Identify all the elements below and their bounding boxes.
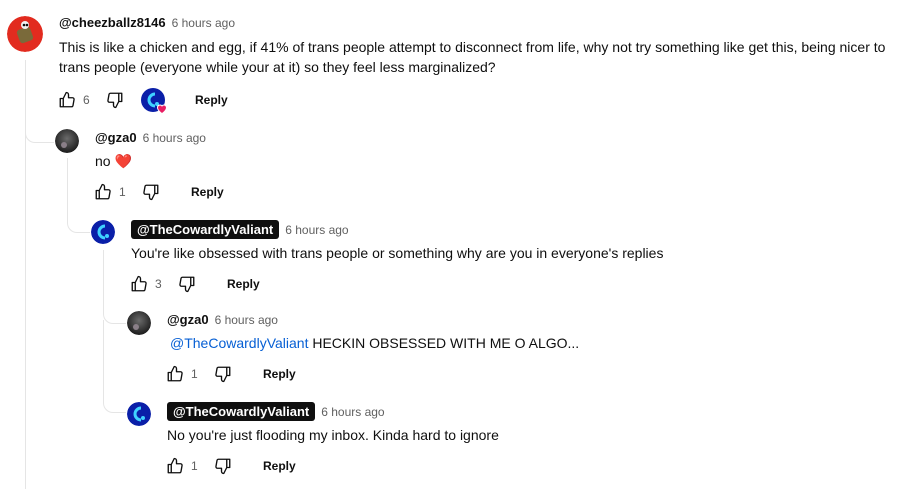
like-count: 1 <box>119 185 126 199</box>
comment-text-body: no <box>95 153 111 169</box>
timestamp[interactable]: 6 hours ago <box>285 223 348 237</box>
comment-text: no ❤️ <box>95 151 132 171</box>
like-icon[interactable] <box>165 364 185 384</box>
author-name[interactable]: @gza0 <box>95 130 137 145</box>
thread-connector <box>25 110 54 143</box>
reply-button[interactable]: Reply <box>191 185 224 199</box>
like-count: 1 <box>191 459 198 473</box>
comment-text: @TheCowardlyValiant HECKIN OBSESSED WITH… <box>170 333 579 353</box>
dislike-icon[interactable] <box>213 456 233 476</box>
dislike-icon[interactable] <box>141 182 161 202</box>
avatar[interactable] <box>7 16 43 52</box>
comment-header: @gza0 6 hours ago <box>95 130 206 145</box>
comment-header: @TheCowardlyValiant 6 hours ago <box>167 402 385 421</box>
comment-header: @gza0 6 hours ago <box>167 312 278 327</box>
like-icon[interactable] <box>165 456 185 476</box>
author-name[interactable]: @gza0 <box>167 312 209 327</box>
like-icon[interactable] <box>57 90 77 110</box>
comment-text: You're like obsessed with trans people o… <box>131 245 664 261</box>
mention-link[interactable]: @TheCowardlyValiant <box>170 335 308 351</box>
dislike-icon[interactable] <box>177 274 197 294</box>
creator-author-badge[interactable]: @TheCowardlyValiant <box>131 220 280 239</box>
timestamp[interactable]: 6 hours ago <box>172 16 235 30</box>
comment-text: No you're just flooding my inbox. Kinda … <box>167 427 499 443</box>
dislike-icon[interactable] <box>213 364 233 384</box>
creator-author-badge[interactable]: @TheCowardlyValiant <box>167 402 316 421</box>
comment-actions: 3 Reply <box>129 272 260 296</box>
avatar[interactable] <box>127 402 151 426</box>
comment-actions: 1 Reply <box>165 454 296 478</box>
comment-text-body: HECKIN OBSESSED WITH ME O ALGO... <box>308 335 580 351</box>
thread-line-level3 <box>103 250 104 300</box>
like-count: 1 <box>191 367 198 381</box>
comment-header: @TheCowardlyValiant 6 hours ago <box>131 220 349 239</box>
like-count: 3 <box>155 277 162 291</box>
reply-button[interactable]: Reply <box>227 277 260 291</box>
thread-connector <box>67 200 90 233</box>
dislike-icon[interactable] <box>105 90 125 110</box>
comment-actions: 1 Reply <box>165 362 296 386</box>
heart-emoji: ❤️ <box>114 153 132 169</box>
avatar[interactable] <box>55 129 79 153</box>
like-icon[interactable] <box>129 274 149 294</box>
timestamp[interactable]: 6 hours ago <box>143 131 206 145</box>
thread-connector <box>103 320 126 413</box>
timestamp[interactable]: 6 hours ago <box>321 405 384 419</box>
comment-actions: 1 Reply <box>93 180 224 204</box>
reply-button[interactable]: Reply <box>195 93 228 107</box>
comment-actions: 6 Reply <box>57 88 228 115</box>
avatar[interactable] <box>127 311 151 335</box>
like-count: 6 <box>83 93 90 107</box>
reply-button[interactable]: Reply <box>263 367 296 381</box>
avatar[interactable] <box>91 220 115 244</box>
creator-heart-icon[interactable] <box>141 88 168 115</box>
author-name[interactable]: @cheezballz8146 <box>59 15 166 30</box>
comment-header: @cheezballz8146 6 hours ago <box>59 15 235 30</box>
like-icon[interactable] <box>93 182 113 202</box>
reply-button[interactable]: Reply <box>263 459 296 473</box>
comment-text: This is like a chicken and egg, if 41% o… <box>59 39 886 75</box>
timestamp[interactable]: 6 hours ago <box>215 313 278 327</box>
